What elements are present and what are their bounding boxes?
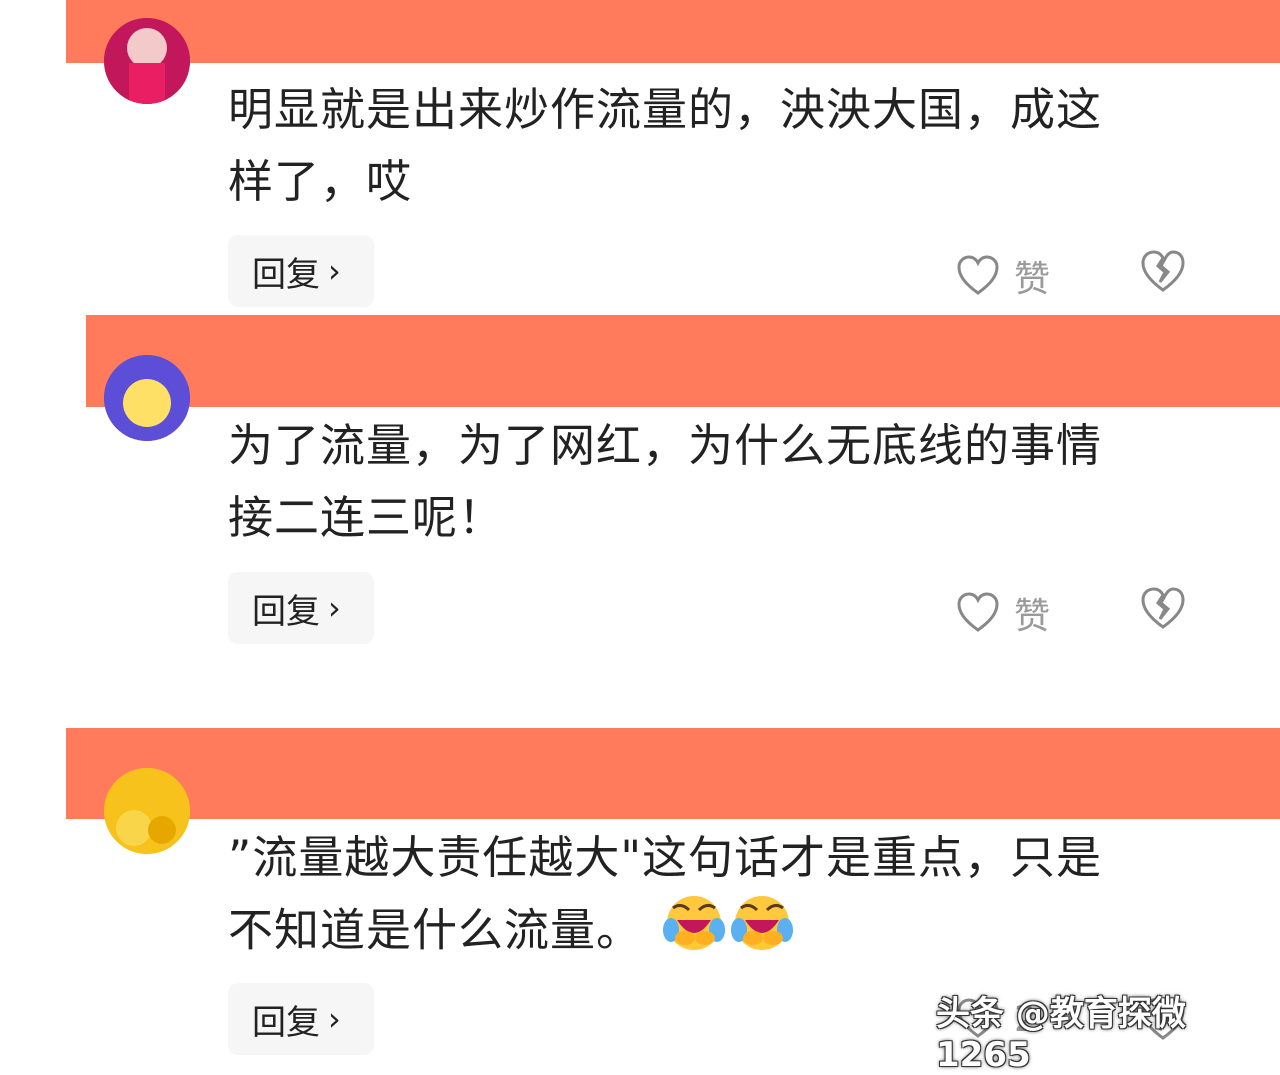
comment-text: 为了流量，为了网红，为什么无底线的事情 接二连三呢！ (228, 419, 1103, 544)
reply-button[interactable]: 回复 › (228, 983, 374, 1055)
avatar[interactable] (104, 768, 190, 854)
heart-icon (957, 255, 999, 295)
comment-text: 明显就是出来炒作流量的，泱泱大国，成这 样了，哎 (228, 83, 1103, 208)
dislike-button[interactable] (1140, 250, 1186, 298)
laughing-crying-emoji (663, 894, 726, 973)
redaction-bar-2 (86, 315, 1280, 407)
redaction-bar-1 (66, 0, 1280, 63)
watermark: 头条 @教育探微1265 (936, 994, 1186, 1075)
like-button[interactable]: 赞 (956, 587, 1050, 639)
laughing-crying-emoji (731, 894, 794, 973)
broken-heart-icon (1141, 587, 1185, 629)
chevron-right-icon: › (328, 589, 341, 627)
avatar[interactable] (104, 18, 190, 104)
chevron-right-icon: › (328, 252, 341, 290)
avatar[interactable] (104, 355, 190, 441)
chevron-right-icon: › (328, 1000, 341, 1038)
dislike-button[interactable] (1140, 587, 1186, 635)
reply-button[interactable]: 回复 › (228, 572, 374, 644)
comment-text: ”流量越大责任越大"这句话才是重点，只是 不知道是什么流量。 (228, 822, 1188, 973)
heart-icon (957, 592, 999, 632)
reply-button[interactable]: 回复 › (228, 235, 374, 307)
redaction-bar-3 (66, 728, 1280, 819)
like-label: 赞 (1014, 596, 1051, 637)
like-button[interactable]: 赞 (956, 250, 1050, 302)
like-label: 赞 (1014, 259, 1051, 300)
broken-heart-icon (1141, 250, 1185, 292)
